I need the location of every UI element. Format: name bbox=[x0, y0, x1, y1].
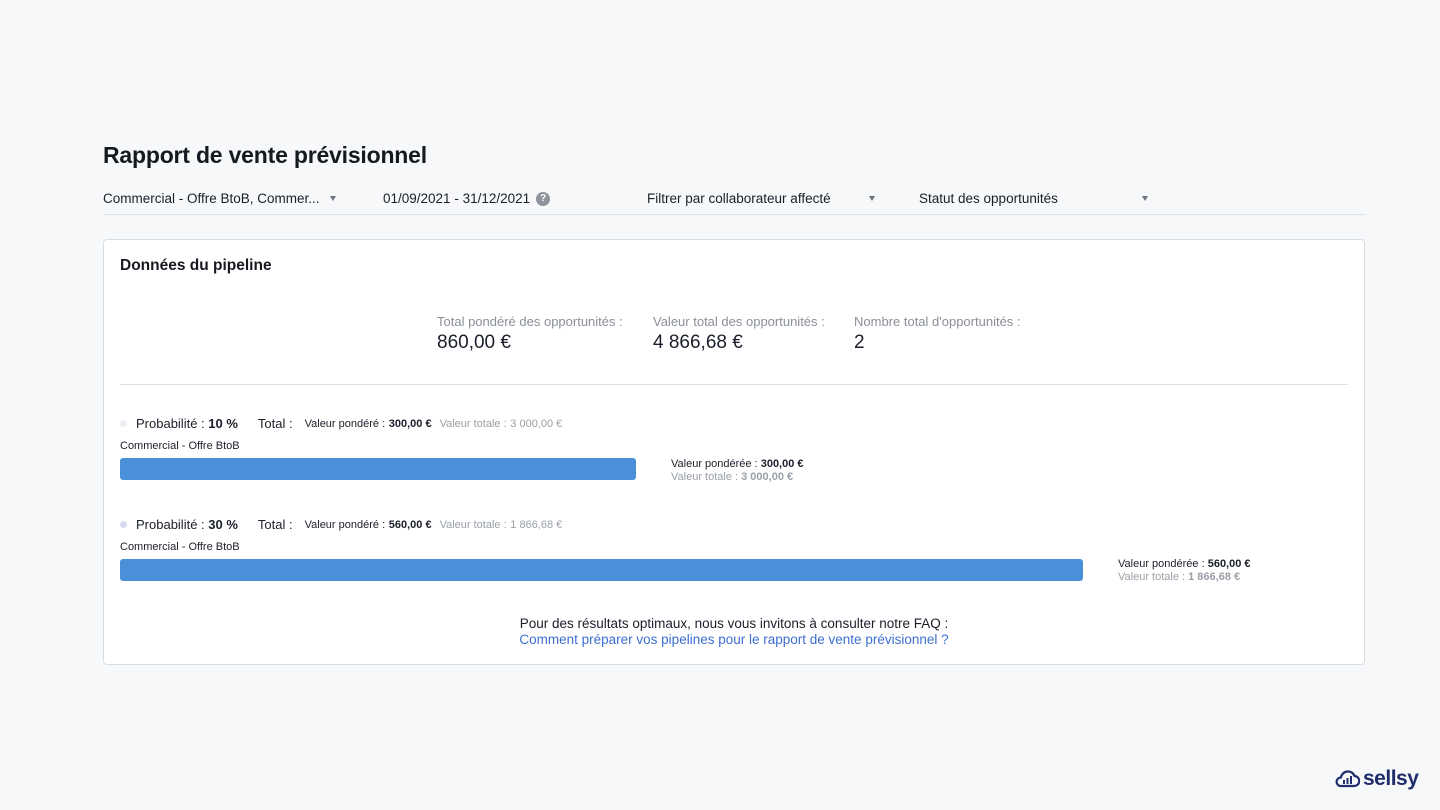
probability-value: 10 % bbox=[208, 416, 238, 431]
probability-value: 30 % bbox=[208, 517, 238, 532]
weighted-label: Valeur pondéré : bbox=[304, 518, 386, 531]
probability-label: Probabilité : bbox=[136, 416, 205, 431]
bar-legend: Valeur pondérée : 560,00 € Valeur totale… bbox=[1118, 558, 1251, 584]
probability-label: Probabilité : bbox=[136, 517, 205, 532]
legend-total-value: 3 000,00 € bbox=[741, 471, 794, 483]
total-value: 1 866,68 € bbox=[510, 518, 563, 531]
weighted-label: Valeur pondéré : bbox=[304, 417, 386, 430]
faq-notice: Pour des résultats optimaux, nous vous i… bbox=[104, 616, 1364, 648]
faq-link[interactable]: Comment préparer vos pipelines pour le r… bbox=[104, 632, 1364, 648]
stat-value: 860,00 € bbox=[437, 332, 511, 353]
sellsy-logo: sellsy bbox=[1334, 767, 1419, 791]
chevron-down-icon bbox=[1141, 196, 1148, 201]
total-value-stat: Valeur total des opportunités : 4 866,68… bbox=[653, 314, 825, 354]
total-value-label: Valeur totale : bbox=[439, 417, 507, 430]
legend-weighted-value: 300,00 € bbox=[760, 458, 804, 470]
legend-total-label: Valeur totale : bbox=[671, 471, 739, 483]
pipeline-name: Commercial - Offre BtoB bbox=[120, 541, 240, 553]
divider bbox=[120, 384, 1348, 385]
legend-total: Valeur totale : 3 000,00 € bbox=[671, 471, 804, 484]
pipeline-select-value: Commercial - Offre BtoB, Commer... bbox=[103, 191, 320, 206]
filter-bar: Commercial - Offre BtoB, Commer... 01/09… bbox=[103, 186, 1365, 215]
legend-total: Valeur totale : 1 866,68 € bbox=[1118, 571, 1251, 584]
cloud-chart-icon bbox=[1335, 770, 1360, 788]
pipeline-bar[interactable] bbox=[120, 458, 636, 480]
date-range-value: 01/09/2021 - 31/12/2021 bbox=[383, 191, 531, 206]
bar-legend: Valeur pondérée : 300,00 € Valeur totale… bbox=[671, 458, 804, 484]
card-title: Données du pipeline bbox=[120, 257, 272, 274]
pipeline-bar[interactable] bbox=[120, 559, 1083, 581]
legend-weighted-label: Valeur pondérée : bbox=[1118, 558, 1205, 570]
weighted-total-stat: Total pondéré des opportunités : 860,00 … bbox=[437, 314, 623, 354]
opportunity-count-stat: Nombre total d'opportunités : 2 bbox=[854, 314, 1021, 354]
page-title: Rapport de vente prévisionnel bbox=[103, 142, 427, 168]
stat-label: Valeur total des opportunités : bbox=[653, 314, 825, 329]
brand-name: sellsy bbox=[1363, 767, 1419, 790]
help-icon[interactable]: ? bbox=[536, 192, 550, 206]
chevron-down-icon bbox=[329, 196, 336, 201]
weighted-value: 560,00 € bbox=[388, 518, 432, 531]
probability-dot-icon bbox=[120, 420, 127, 427]
legend-total-label: Valeur totale : bbox=[1118, 571, 1186, 583]
pipeline-name: Commercial - Offre BtoB bbox=[120, 440, 240, 452]
stat-label: Nombre total d'opportunités : bbox=[854, 314, 1021, 329]
probability-dot-icon bbox=[120, 521, 127, 528]
forecast-report-page: Rapport de vente prévisionnel Commercial… bbox=[0, 0, 1440, 810]
collaborator-filter-select[interactable]: Filtrer par collaborateur affecté bbox=[647, 191, 875, 206]
legend-weighted: Valeur pondérée : 560,00 € bbox=[1118, 558, 1251, 571]
status-filter-placeholder: Statut des opportunités bbox=[919, 191, 1058, 206]
pipeline-data-card: Données du pipeline Total pondéré des op… bbox=[103, 239, 1365, 665]
weighted-value: 300,00 € bbox=[388, 417, 432, 430]
status-filter-select[interactable]: Statut des opportunités bbox=[919, 191, 1148, 206]
stat-label: Total pondéré des opportunités : bbox=[437, 314, 623, 329]
collaborator-filter-placeholder: Filtrer par collaborateur affecté bbox=[647, 191, 831, 206]
stat-value: 2 bbox=[854, 332, 865, 353]
probability-row: Probabilité : 10 % Total : Valeur pondér… bbox=[120, 416, 562, 431]
stat-value: 4 866,68 € bbox=[653, 332, 743, 353]
legend-total-value: 1 866,68 € bbox=[1188, 571, 1241, 583]
pipeline-select[interactable]: Commercial - Offre BtoB, Commer... bbox=[103, 191, 336, 206]
total-label: Total : bbox=[257, 416, 293, 431]
legend-weighted: Valeur pondérée : 300,00 € bbox=[671, 458, 804, 471]
legend-weighted-value: 560,00 € bbox=[1207, 558, 1251, 570]
probability-row: Probabilité : 30 % Total : Valeur pondér… bbox=[120, 517, 562, 532]
total-value: 3 000,00 € bbox=[510, 417, 563, 430]
total-value-label: Valeur totale : bbox=[439, 518, 507, 531]
total-label: Total : bbox=[257, 517, 293, 532]
faq-text: Pour des résultats optimaux, nous vous i… bbox=[519, 616, 949, 631]
date-range-picker[interactable]: 01/09/2021 - 31/12/2021 bbox=[383, 191, 530, 206]
chevron-down-icon bbox=[868, 196, 875, 201]
legend-weighted-label: Valeur pondérée : bbox=[671, 458, 758, 470]
